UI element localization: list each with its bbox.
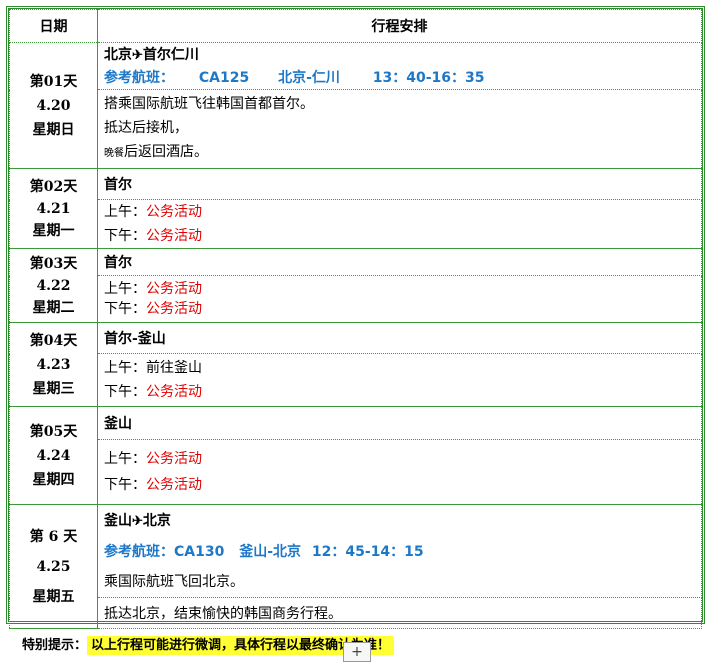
- day-cell: 第03天 4.22 星期二: [9, 248, 98, 323]
- detail-line: 搭乘国际航班飞往韩国首都首尔。: [104, 96, 314, 112]
- day-row: 第04天 4.23 星期三 首尔-釜山: [9, 322, 702, 407]
- day-detail-row: 搭乘国际航班飞往韩国首都首尔。 抵达后接机， 晚餐后返回酒店。: [10, 89, 702, 169]
- day-number: 第03天: [29, 255, 78, 272]
- day-detail-cell: 上午：前往釜山 下午：公务活动: [97, 353, 702, 407]
- pm-activity: 公务活动: [146, 477, 202, 493]
- day-title: 首尔: [97, 168, 702, 200]
- day-title-cell: 釜山✈北京 参考航班：CA130 釜山-北京 12：45-14：15 乘国际航班…: [97, 504, 702, 598]
- flight-time: 13：40-16：35: [372, 69, 485, 86]
- route-to: 首尔仁川: [142, 46, 199, 63]
- am-activity: 公务活动: [146, 281, 202, 297]
- day-number: 第02天: [29, 178, 78, 195]
- add-button[interactable]: +: [343, 642, 371, 662]
- day-cell: 第02天 4.21 星期一: [9, 168, 98, 249]
- day-number: 第 6 天: [29, 528, 78, 545]
- day-row: 第05天 4.24 星期四 釜山: [9, 406, 702, 505]
- day-detail-row: 抵达北京，结束愉快的韩国商务行程。: [10, 597, 702, 629]
- day-date: 4.20: [36, 97, 71, 114]
- day-title: 首尔-釜山: [97, 322, 702, 354]
- day-cell: 第04天 4.23 星期三: [9, 322, 98, 407]
- pm-activity: 公务活动: [146, 301, 202, 317]
- am-label: 上午：: [104, 451, 146, 467]
- day-cell: 第05天 4.24 星期四: [9, 406, 98, 505]
- day-title-cell: 北京✈首尔仁川 参考航班： CA125 北京-仁川 13：40-16：35: [97, 42, 702, 90]
- day-weekday: 星期一: [32, 222, 75, 239]
- detail-line: 乘国际航班飞回北京。: [104, 573, 244, 590]
- day-detail-row: 上午：公务活动 下午：公务活动: [10, 199, 702, 249]
- am-label: 上午：: [104, 281, 146, 297]
- day-row: 第03天 4.22 星期二 首尔: [9, 248, 702, 323]
- detail-line: 抵达后接机，: [104, 120, 188, 136]
- route-from: 北京: [104, 46, 132, 63]
- day-date: 4.21: [36, 200, 71, 217]
- day-row: 第01天 4.20 星期日 北京✈首尔仁川 参考航班： CA125 北京-仁川 …: [9, 42, 702, 169]
- detail-small-text: 晚餐: [104, 148, 124, 159]
- day-date: 4.24: [36, 447, 71, 464]
- day-number: 第05天: [29, 423, 78, 440]
- am-activity: 公务活动: [146, 451, 202, 467]
- day-weekday: 星期四: [32, 471, 75, 488]
- pm-activity: 公务活动: [146, 384, 202, 400]
- note-label: 特别提示：: [22, 638, 88, 653]
- day-date: 4.25: [36, 558, 71, 575]
- day-detail-row: 上午：前往釜山 下午：公务活动: [10, 353, 702, 407]
- airplane-icon: ✈: [132, 513, 143, 529]
- header-row: 日期 行程安排: [9, 9, 702, 43]
- day-number: 第04天: [29, 332, 78, 349]
- pm-label: 下午：: [104, 301, 146, 317]
- flight-code: CA130: [174, 543, 225, 560]
- am-activity: 公务活动: [146, 204, 202, 220]
- day-title: 首尔: [97, 248, 702, 276]
- special-note: 特别提示： 以上行程可能进行微调，具体行程以最终确认为准！: [22, 634, 395, 655]
- flight-route: 釜山-北京: [239, 543, 302, 560]
- flight-code: CA125: [198, 69, 250, 86]
- day-detail-cell: 搭乘国际航班飞往韩国首都首尔。 抵达后接机， 晚餐后返回酒店。: [97, 89, 702, 169]
- pm-activity: 公务活动: [146, 228, 202, 244]
- day-weekday: 星期日: [32, 121, 75, 138]
- day-cell: 第01天 4.20 星期日: [9, 42, 98, 169]
- route-to: 北京: [142, 512, 171, 529]
- day-row: 第02天 4.21 星期一 首尔: [9, 168, 702, 249]
- route-from: 釜山: [104, 512, 132, 529]
- day-row: 第 6 天 4.25 星期五 釜山✈北京 参考航班：CA130 釜山-北京 12…: [9, 504, 702, 629]
- flight-route: 北京-仁川: [278, 69, 340, 86]
- am-label: 上午：: [104, 360, 146, 376]
- flight-info: 参考航班：CA130 釜山-北京 12：45-14：15: [104, 537, 695, 567]
- day-date: 4.23: [36, 356, 71, 373]
- day-cell: 第 6 天 4.25 星期五: [9, 504, 98, 629]
- date-column-header: 日期: [9, 9, 98, 43]
- airplane-icon: ✈: [132, 47, 143, 63]
- pm-label: 下午：: [104, 228, 146, 244]
- flight-time: 12：45-14：15: [311, 543, 424, 560]
- day-number: 第01天: [29, 73, 78, 90]
- plan-column-header: 行程安排: [97, 9, 702, 43]
- flight-label: 参考航班：: [104, 543, 174, 560]
- day-weekday: 星期五: [32, 588, 75, 605]
- am-activity: 前往釜山: [146, 360, 202, 376]
- detail-line: 后返回酒店。: [124, 144, 208, 160]
- pm-label: 下午：: [104, 384, 146, 400]
- day-title: 釜山: [97, 406, 702, 440]
- day-weekday: 星期二: [32, 299, 75, 316]
- day-date: 4.22: [36, 277, 71, 294]
- day-detail-cell: 上午：公务活动 下午：公务活动: [97, 439, 702, 505]
- day-weekday: 星期三: [32, 380, 75, 397]
- day-detail-cell: 上午：公务活动 下午：公务活动: [97, 199, 702, 249]
- day-detail-cell: 上午：公务活动 下午：公务活动: [97, 275, 702, 323]
- am-label: 上午：: [104, 204, 146, 220]
- itinerary-table: 日期 行程安排 第01天 4.20 星期日 北京✈首尔仁川 参考航班： CA12…: [9, 9, 702, 629]
- day-detail-row: 上午：公务活动 下午：公务活动: [10, 439, 702, 505]
- detail-line: 抵达北京，结束愉快的韩国商务行程。: [97, 597, 702, 629]
- flight-label: 参考航班：: [104, 69, 174, 86]
- pm-label: 下午：: [104, 477, 146, 493]
- day-detail-row: 上午：公务活动 下午：公务活动: [10, 275, 702, 323]
- flight-info: 参考航班： CA125 北京-仁川 13：40-16：35: [104, 67, 695, 89]
